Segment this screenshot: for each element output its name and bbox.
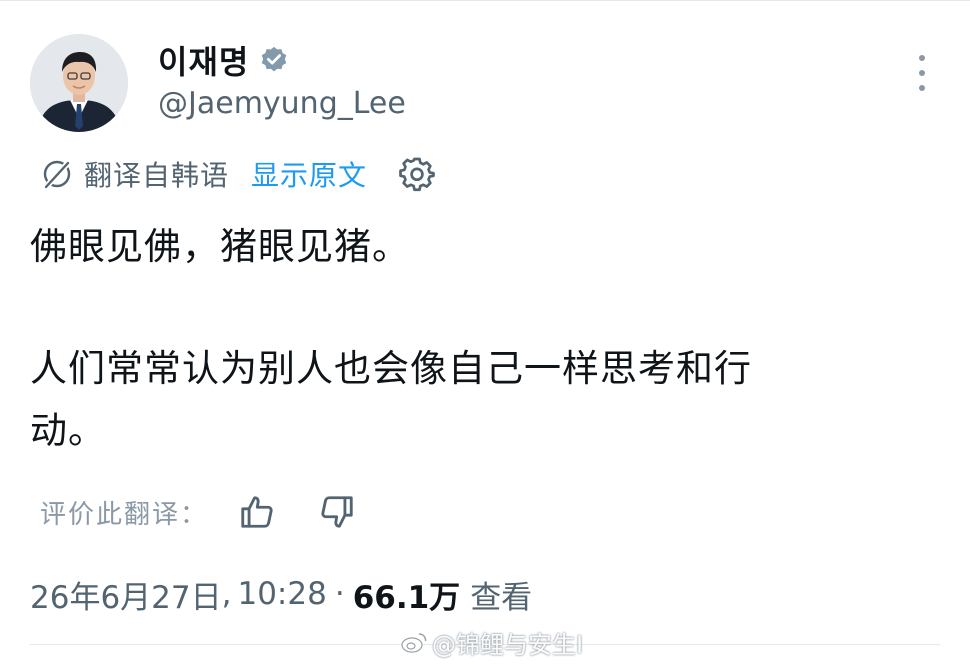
thumbs-up-icon[interactable]: [238, 493, 276, 531]
gear-icon[interactable]: [399, 156, 435, 192]
translation-bar: 翻译自韩语 显示原文: [40, 154, 435, 194]
more-icon[interactable]: [912, 55, 932, 91]
name-row: 이재명: [158, 38, 289, 82]
show-original-link[interactable]: 显示原文: [251, 154, 367, 194]
tweet-line: 动。: [30, 409, 106, 452]
tweet-text: 佛眼见佛，猪眼见猪。 人们常常认为别人也会像自己一样思考和行 动。: [30, 216, 940, 462]
meta-separator: ·: [334, 576, 345, 612]
thumbs-down-icon[interactable]: [318, 493, 356, 531]
tweet-line: 佛眼见佛，猪眼见猪。: [30, 225, 410, 268]
watermark-text: @锦鲤与安生I: [432, 630, 584, 659]
rate-translation-row: 评价此翻译：: [40, 490, 356, 534]
tweet-time[interactable]: 10:28: [237, 576, 326, 612]
rate-translation-label: 评价此翻译：: [40, 499, 209, 530]
user-handle[interactable]: @Jaemyung_Lee: [158, 86, 406, 121]
weibo-icon: [400, 630, 428, 654]
views-label: 查看: [470, 579, 533, 616]
display-name[interactable]: 이재명: [158, 37, 249, 83]
tweet: 이재명 @Jaemyung_Lee 翻译自韩语 显示原文 佛眼见佛，猪眼见猪。 …: [0, 0, 970, 667]
date-time-comma: ,: [221, 576, 232, 612]
translate-icon: [40, 157, 74, 191]
verified-badge-icon: [259, 45, 289, 75]
tweet-line: 人们常常认为别人也会像自己一样思考和行: [30, 347, 752, 390]
views-count: 66.1万: [352, 579, 461, 616]
avatar[interactable]: [30, 34, 128, 132]
translated-from-label: 翻译自韩语: [84, 159, 230, 192]
tweet-meta: 26年6月27日, 10:28 · 66.1万 查看: [30, 570, 532, 618]
tweet-date[interactable]: 26年6月27日: [30, 572, 222, 617]
avatar-image: [30, 34, 128, 132]
watermark: @锦鲤与安生I: [400, 622, 583, 662]
